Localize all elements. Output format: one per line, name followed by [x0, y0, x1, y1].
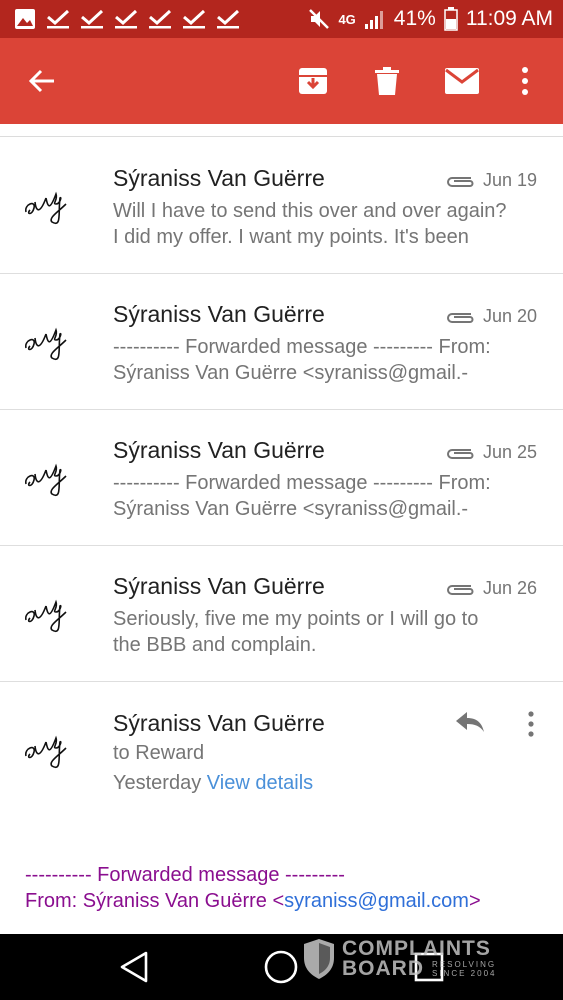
message-snippet: Will I have to send this over and over a… — [113, 198, 543, 250]
snippet-line: Sýraniss Van Guërre <syraniss@gmail.- — [113, 498, 469, 520]
sender-name: Sýraniss Van Guërre — [113, 165, 325, 191]
email-link[interactable]: syraniss@gmail.com — [284, 890, 469, 912]
check-icon — [114, 9, 138, 29]
app-bar — [0, 38, 563, 124]
network-type: 4G — [338, 11, 356, 27]
reply-icon — [456, 712, 484, 732]
watermark-line4: SINCE 2004 — [432, 969, 497, 978]
home-circle-icon — [264, 950, 298, 984]
message-date: Jun 26 — [445, 578, 537, 599]
expanded-message: Sýraniss Van Guërre to Reward Yesterday … — [0, 682, 563, 934]
view-details-link[interactable]: View details — [207, 772, 313, 794]
battery-icon — [444, 7, 458, 31]
collapsed-message[interactable]: Sýraniss Van Guërre Jun 19 Will I have t… — [0, 138, 563, 274]
more-vert-icon — [528, 711, 534, 737]
snippet-line: the BBB and complain. — [113, 634, 317, 656]
snippet-line: ---------- Forwarded message --------- F… — [113, 472, 491, 494]
status-bar: 4G 41% 11:09 AM — [0, 0, 563, 38]
collapsed-message[interactable]: Sýraniss Van Guërre Jun 20 ---------- Fo… — [0, 274, 563, 410]
back-arrow-icon — [28, 69, 54, 93]
snippet-line: ---------- Forwarded message --------- F… — [113, 336, 491, 358]
back-button[interactable] — [18, 57, 66, 105]
shield-logo-icon — [304, 939, 334, 979]
sender-name: Sýraniss Van Guërre — [113, 437, 325, 463]
archive-button[interactable] — [289, 57, 337, 105]
date-label: Jun 26 — [482, 578, 537, 598]
complaints-board-watermark: COMPLAINTS BOARD RESOLVING SINCE 2004 — [302, 935, 496, 983]
clock: 11:09 AM — [465, 7, 553, 30]
watermark-line1: COMPLAINTS — [342, 937, 491, 960]
reply-button[interactable] — [450, 704, 490, 740]
snippet-line: Will I have to send this over and over a… — [113, 200, 507, 222]
watermark-line2: BOARD — [342, 957, 424, 980]
message-body: ---------- Forwarded message --------- F… — [25, 862, 481, 914]
collapsed-message[interactable]: Sýraniss Van Guërre Jun 26 Seriously, fi… — [0, 546, 563, 682]
signal-icon — [364, 8, 386, 30]
mark-unread-button[interactable] — [438, 57, 486, 105]
mail-icon — [445, 68, 479, 94]
forward-header: ---------- Forwarded message --------- — [25, 864, 345, 886]
snippet-line: Seriously, five me my points or I will g… — [113, 608, 479, 630]
battery-percent: 41% — [393, 7, 436, 30]
date-label: Jun 19 — [482, 170, 537, 190]
avatar — [25, 327, 67, 361]
message-date: Jun 19 — [445, 170, 537, 191]
snippet-line: I did my offer. I want my points. It's b… — [113, 226, 469, 248]
sender-name: Sýraniss Van Guërre — [113, 573, 325, 599]
mute-icon — [308, 8, 330, 30]
archive-icon — [299, 68, 327, 94]
avatar — [25, 735, 67, 769]
recipient-line[interactable]: to Reward — [113, 742, 204, 765]
message-snippet: Seriously, five me my points or I will g… — [113, 606, 543, 658]
message-date: Jun 25 — [445, 442, 537, 463]
message-time: Yesterday — [113, 772, 202, 794]
message-snippet: ---------- Forwarded message --------- F… — [113, 334, 543, 386]
more-vert-icon — [522, 67, 528, 95]
attachment-icon — [446, 176, 474, 187]
system-icons: 4G 41% 11:09 AM — [308, 7, 553, 31]
avatar — [25, 599, 67, 633]
avatar — [25, 463, 67, 497]
date-label: Jun 25 — [482, 442, 537, 462]
message-date: Jun 20 — [445, 306, 537, 327]
attachment-icon — [446, 448, 474, 459]
delete-icon — [375, 67, 399, 95]
message-snippet: ---------- Forwarded message --------- F… — [113, 470, 543, 522]
snippet-line: Sýraniss Van Guërre <syraniss@gmail.- — [113, 362, 469, 384]
back-triangle-icon — [120, 951, 148, 983]
avatar — [25, 191, 67, 225]
watermark-line3: RESOLVING — [432, 960, 497, 969]
nav-back-button[interactable] — [113, 947, 155, 987]
check-icon — [46, 9, 70, 29]
from-prefix: From: Sýraniss Van Guërre < — [25, 890, 285, 912]
from-suffix: > — [468, 890, 481, 912]
conversation-thread: Sýraniss Van Guërre Jun 19 Will I have t… — [0, 124, 563, 934]
check-icon — [216, 9, 240, 29]
delete-button[interactable] — [363, 57, 411, 105]
message-time-line: Yesterday View details — [113, 772, 313, 795]
attachment-icon — [446, 584, 474, 595]
notification-icons — [14, 8, 240, 30]
sender-name: Sýraniss Van Guërre — [113, 710, 325, 736]
more-options-button[interactable] — [505, 57, 545, 105]
check-icon — [148, 9, 172, 29]
divider — [0, 136, 563, 137]
forward-from-line: From: Sýraniss Van Guërre <syraniss@gmai… — [25, 888, 481, 914]
nav-home-button[interactable] — [260, 947, 302, 987]
date-label: Jun 20 — [482, 306, 537, 326]
message-more-button[interactable] — [516, 704, 546, 744]
check-icon — [182, 9, 206, 29]
check-icon — [80, 9, 104, 29]
attachment-icon — [446, 312, 474, 323]
collapsed-message[interactable]: Sýraniss Van Guërre Jun 25 ---------- Fo… — [0, 410, 563, 546]
sender-name: Sýraniss Van Guërre — [113, 301, 325, 327]
image-icon — [14, 8, 36, 30]
